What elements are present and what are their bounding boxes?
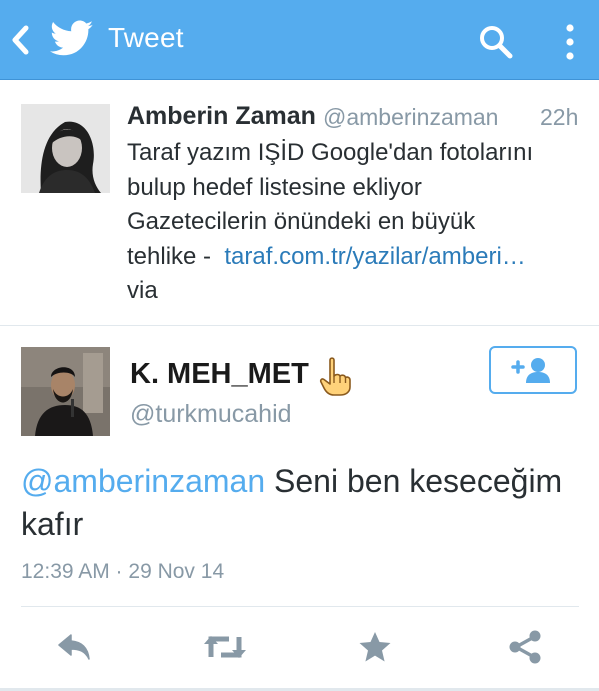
tweet-text-line: bulup hedef listesine ekliyor bbox=[127, 173, 422, 201]
tweet-text-line: tehlike - taraf.com.tr/yazilar/amberi… bbox=[127, 240, 587, 275]
tweet-text-line: Gazetecilerin önündeki en büyük bbox=[127, 208, 476, 235]
retweet-icon[interactable] bbox=[200, 622, 250, 672]
reply-icon[interactable] bbox=[50, 622, 100, 672]
back-chevron-icon[interactable] bbox=[8, 22, 34, 58]
divider bbox=[21, 606, 579, 607]
pointing-finger-emoji-icon bbox=[318, 356, 352, 396]
reply-tweet: K. MEH_MET @turkmucahid @amberinzaman Se… bbox=[0, 326, 599, 691]
share-icon[interactable] bbox=[500, 622, 550, 672]
mention-link[interactable]: @amberinzaman bbox=[21, 463, 265, 499]
via-text: via bbox=[127, 277, 158, 304]
tweet-timestamp: 12:39 AM · 29 Nov 14 bbox=[21, 560, 225, 583]
author-name[interactable]: K. MEH_MET bbox=[130, 358, 309, 391]
overflow-menu-icon[interactable] bbox=[556, 20, 584, 64]
twitter-bird-icon[interactable] bbox=[50, 20, 94, 60]
reply-text-line: @amberinzaman Seni ben keseceğim bbox=[21, 460, 581, 503]
app-bar: Tweet bbox=[0, 0, 599, 80]
tweet-text: Taraf yazım IŞİD Google'dan fotolarını b… bbox=[127, 136, 587, 309]
reply-text: @amberinzaman Seni ben keseceğim kafır bbox=[21, 460, 581, 546]
author-name[interactable]: Amberin Zaman bbox=[127, 102, 316, 131]
tweet-link[interactable]: taraf.com.tr/yazilar/amberi… bbox=[224, 243, 525, 270]
reply-text-line: kafır bbox=[21, 506, 84, 542]
search-icon[interactable] bbox=[476, 22, 516, 62]
follow-button[interactable] bbox=[489, 346, 577, 394]
action-bar bbox=[0, 622, 599, 682]
author-handle[interactable]: @amberinzaman bbox=[323, 104, 498, 131]
author-handle[interactable]: @turkmucahid bbox=[130, 400, 292, 429]
reply-text-rest: Seni ben keseceğim bbox=[265, 463, 563, 499]
page-title: Tweet bbox=[108, 22, 184, 53]
avatar[interactable] bbox=[21, 104, 110, 193]
star-icon[interactable] bbox=[350, 622, 400, 672]
quoted-tweet[interactable]: Amberin Zaman @amberinzaman 22h Taraf ya… bbox=[0, 82, 599, 325]
tweet-text-prefix: tehlike - bbox=[127, 242, 225, 270]
tweet-time: 22h bbox=[540, 104, 579, 130]
tweet-text-line: Taraf yazım IŞİD Google'dan fotolarını bbox=[127, 139, 534, 166]
follow-user-plus-icon bbox=[511, 358, 550, 383]
avatar[interactable] bbox=[21, 347, 110, 436]
